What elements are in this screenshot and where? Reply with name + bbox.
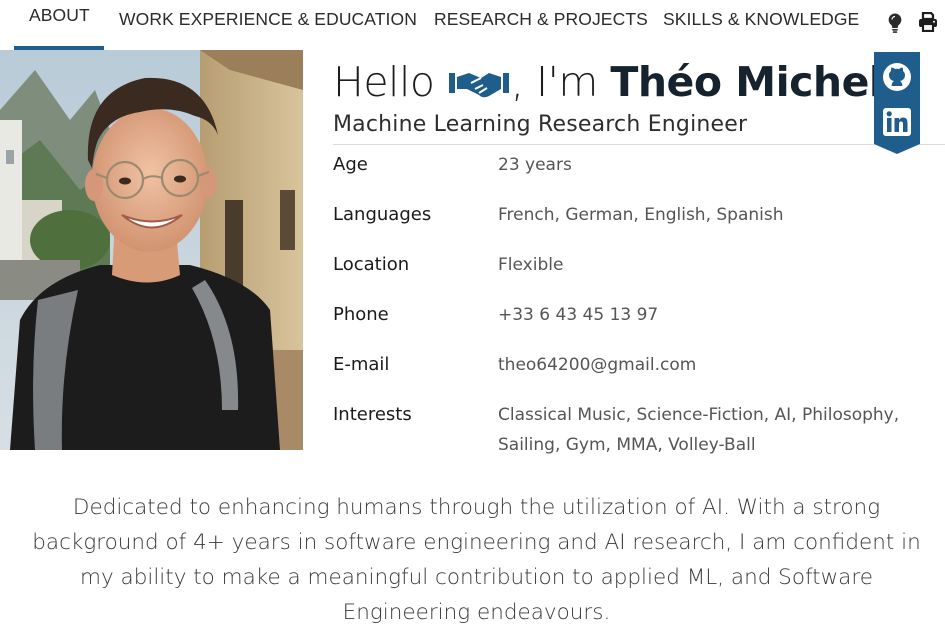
tab-research-label: RESEARCH & PROJECTS: [434, 9, 648, 29]
tab-skills-knowledge[interactable]: SKILLS & KNOWLEDGE: [663, 0, 860, 50]
greeting-intro: , I'm: [510, 58, 611, 106]
info-value: French, German, English, Spanish: [498, 205, 784, 225]
info-label: Interests: [333, 404, 412, 425]
top-nav: ABOUT WORK EXPERIENCE & EDUCATION RESEAR…: [0, 0, 945, 50]
github-icon[interactable]: [882, 62, 912, 92]
tab-about-label: ABOUT: [29, 5, 90, 25]
info-value: Classical Music, Science-Fiction, AI, Ph…: [498, 405, 900, 455]
info-label: Phone: [333, 304, 389, 325]
resume-page: ABOUT WORK EXPERIENCE & EDUCATION RESEAR…: [0, 0, 945, 632]
tab-work-label: WORK EXPERIENCE & EDUCATION: [119, 9, 417, 29]
info-value[interactable]: theo64200@gmail.com: [498, 350, 943, 380]
info-label: E-mail: [333, 354, 390, 375]
info-value: 23 years: [498, 155, 572, 175]
info-value: Flexible: [498, 255, 564, 275]
greeting-text: Hello: [333, 58, 435, 106]
tab-about[interactable]: ABOUT: [14, 0, 104, 50]
handshake-icon: [448, 73, 509, 98]
job-title: Machine Learning Research Engineer: [333, 112, 748, 137]
tab-research-projects[interactable]: RESEARCH & PROJECTS: [434, 0, 648, 50]
person-name: Théo Michel: [610, 58, 883, 106]
bio-paragraph: Dedicated to enhancing humans through th…: [32, 495, 921, 625]
tab-skills-label: SKILLS & KNOWLEDGE: [663, 9, 860, 29]
printer-icon[interactable]: [918, 12, 938, 32]
info-value[interactable]: +33 6 43 45 13 97: [498, 300, 943, 330]
info-label: Languages: [333, 204, 432, 225]
lightbulb-icon[interactable]: [886, 12, 904, 34]
profile-photo: [0, 50, 303, 450]
greeting-heading: Hello , I'm Théo Michel: [333, 58, 883, 106]
tab-work-experience-education[interactable]: WORK EXPERIENCE & EDUCATION: [119, 0, 417, 50]
linkedin-icon[interactable]: [883, 108, 911, 136]
info-label: Age: [333, 154, 368, 175]
info-label: Location: [333, 254, 410, 275]
header-divider: [333, 144, 945, 145]
